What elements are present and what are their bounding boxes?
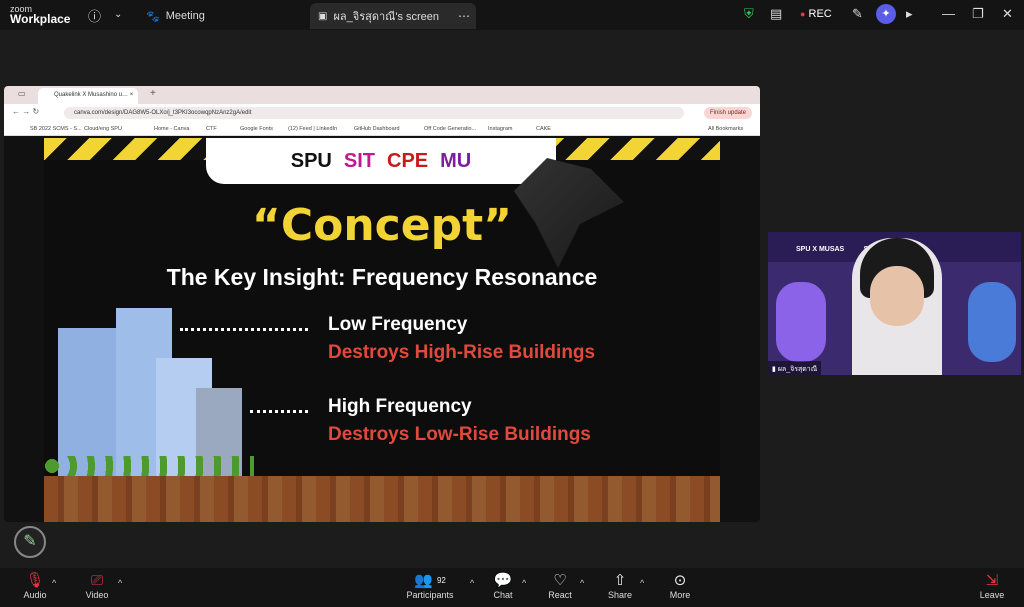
bookmarks-bar: SB 2022 SCMS - S... Cloud/eng SPU Home -… (4, 122, 760, 136)
zoom-logo: zoom Workplace (10, 4, 71, 26)
participants-button[interactable]: 👥 92 Participants (400, 572, 460, 600)
participant-video-tile[interactable]: SPU X MUSAS SE TALK 2026 ▮ ผล_จิรสุดาณี (768, 232, 1021, 375)
paw-icon: 🐾 (146, 10, 160, 23)
chat-options-chevron-icon[interactable]: ^ (522, 578, 526, 588)
participant-face (870, 266, 924, 326)
participant-name-bar: ▮ ผล_จิรสุดาณี (768, 361, 822, 375)
logo-banner: SPU SIT CPE MU (206, 138, 556, 184)
video-options-chevron-icon[interactable]: ^ (118, 578, 122, 588)
tab-screen-label: ผล_จิรสุดาณี's screen (333, 11, 440, 23)
bookmark-item: CAKE (536, 126, 551, 132)
tree-row (44, 456, 254, 476)
robot-right-icon (968, 282, 1016, 362)
low-frequency-heading: Low Frequency (328, 314, 468, 335)
robot-left-icon (776, 282, 826, 362)
tab-shared-screen[interactable]: ▣ ผล_จิรสุดาณี's screen ⋯ (310, 3, 476, 29)
url-field: canva.com/design/DAG8W5-OLXo/j_t3PKI3oco… (64, 107, 684, 119)
browser-tab: Quakelink X Musashino u… × (38, 88, 138, 104)
low-frequency-desc: Destroys High-Rise Buildings (328, 342, 596, 363)
ground-soil (44, 476, 720, 522)
record-icon: ● (800, 9, 806, 19)
finish-update-label: Finish update (710, 110, 747, 116)
more-icon: ⊙ (673, 572, 687, 589)
bookmark-item: Home - Canva (154, 126, 190, 132)
video-label: Video (85, 590, 109, 600)
browser-tab-strip: ▭ Quakelink X Musashino u… × + (4, 86, 760, 104)
presentation-slide: SPU SIT CPE MU “Concept” The Key Insight… (44, 138, 720, 522)
bookmark-item: All Bookmarks (708, 126, 744, 132)
mu-logo: MU (440, 149, 472, 172)
react-label: React (548, 590, 572, 600)
audio-label: Audio (23, 590, 47, 600)
cpe-logo: CPE (387, 149, 429, 172)
restore-icon[interactable]: ❐ (972, 6, 984, 22)
bookmark-item: GitHub Dashboard (354, 126, 400, 132)
url-text: canva.com/design/DAG8W5-OLXo/j_t3PKI3oco… (74, 110, 252, 116)
close-icon[interactable]: ✕ (1002, 6, 1013, 22)
participants-label: Participants (406, 590, 454, 600)
back-icon: ← → ↻ (12, 107, 40, 116)
minimize-icon[interactable]: — (942, 6, 955, 21)
tab-meeting-label: Meeting (165, 10, 205, 22)
top-bar: zoom Workplace ⓘ ⌄ 🐾 Meeting ▣ ผล_จิรสุด… (0, 0, 1024, 30)
bookmark-item: (12) Feed | LinkedIn (288, 126, 338, 132)
participant-person (852, 238, 942, 375)
rec-label: REC (808, 8, 832, 20)
new-tab-icon: + (150, 88, 156, 99)
bookmark-item: Cloud/eng SPU (84, 126, 122, 132)
participants-icon: 👥 (414, 572, 433, 589)
participants-icon-wrap: 👥 92 (400, 572, 460, 590)
browser-address-bar: ← → ↻ canva.com/design/DAG8W5-OLXo/j_t3P… (4, 104, 760, 122)
chevron-down-icon[interactable]: ⌄ (114, 9, 122, 20)
leave-button[interactable]: ⇲ Leave (962, 572, 1022, 600)
info-icon[interactable]: ⓘ (88, 6, 101, 25)
signal-icon: ▮ (772, 366, 776, 373)
audio-options-chevron-icon[interactable]: ^ (52, 578, 56, 588)
pencil-icon[interactable]: ✎ (852, 6, 863, 22)
high-frequency-heading: High Frequency (328, 396, 472, 417)
shared-browser-window: ▭ Quakelink X Musashino u… × + ← → ↻ can… (4, 86, 760, 522)
slide-title: “Concept” (251, 200, 513, 251)
browser-tab-title: Quakelink X Musashino u… × (54, 92, 134, 98)
slide-subtitle: The Key Insight: Frequency Resonance (166, 264, 598, 290)
more-label: More (669, 590, 691, 600)
shield-icon[interactable]: ⛨ (744, 6, 754, 22)
bookmark-item: Instagram (488, 126, 513, 132)
more-button[interactable]: ⊙ More (650, 572, 710, 600)
clipboard-icon[interactable]: ▤ (770, 6, 782, 22)
share-options-chevron-icon[interactable]: ^ (640, 578, 644, 588)
annotate-button[interactable]: ✎ (14, 526, 46, 558)
leave-icon: ⇲ (985, 572, 999, 589)
more-options-icon[interactable]: ⋯ (458, 9, 470, 23)
tab-list-icon: ▭ (18, 89, 26, 98)
bookmark-item: Off Code Generatio... (424, 126, 477, 132)
dotted-leader-high (250, 410, 308, 413)
leave-label: Leave (979, 590, 1005, 600)
finish-update-button: Finish update (704, 107, 752, 119)
meeting-toolbar: 🎙 Audio ^ ⎚ Video ^ 👥 92 Participants ^ … (0, 568, 1024, 607)
pencil-annotate-icon: ✎ (23, 533, 37, 550)
high-frequency-desc: Destroys Low-Rise Buildings (328, 424, 591, 445)
participant-count: 92 (436, 576, 446, 585)
record-indicator[interactable]: ● REC (800, 8, 832, 20)
sit-logo: SIT (343, 149, 375, 172)
tab-meeting[interactable]: 🐾 Meeting (138, 3, 306, 29)
chat-label: Chat (493, 590, 513, 600)
screen-share-icon: ▣ (318, 10, 328, 22)
bookmark-item: SB 2022 SCMS - S... (30, 126, 82, 132)
spu-logo: SPU (290, 149, 332, 172)
share-label: Share (607, 590, 633, 600)
bookmark-item: CTF (206, 126, 217, 132)
participant-name: ผล_จิรสุดาณี (777, 366, 818, 373)
side-panel-icon[interactable]: ▸ (906, 6, 913, 22)
react-options-chevron-icon[interactable]: ^ (580, 578, 584, 588)
bookmark-item: Google Fonts (240, 126, 274, 132)
logo-bottom-text: Workplace (10, 12, 71, 26)
dotted-leader-low (180, 328, 308, 331)
ai-companion-icon[interactable]: ✦ (876, 4, 896, 24)
